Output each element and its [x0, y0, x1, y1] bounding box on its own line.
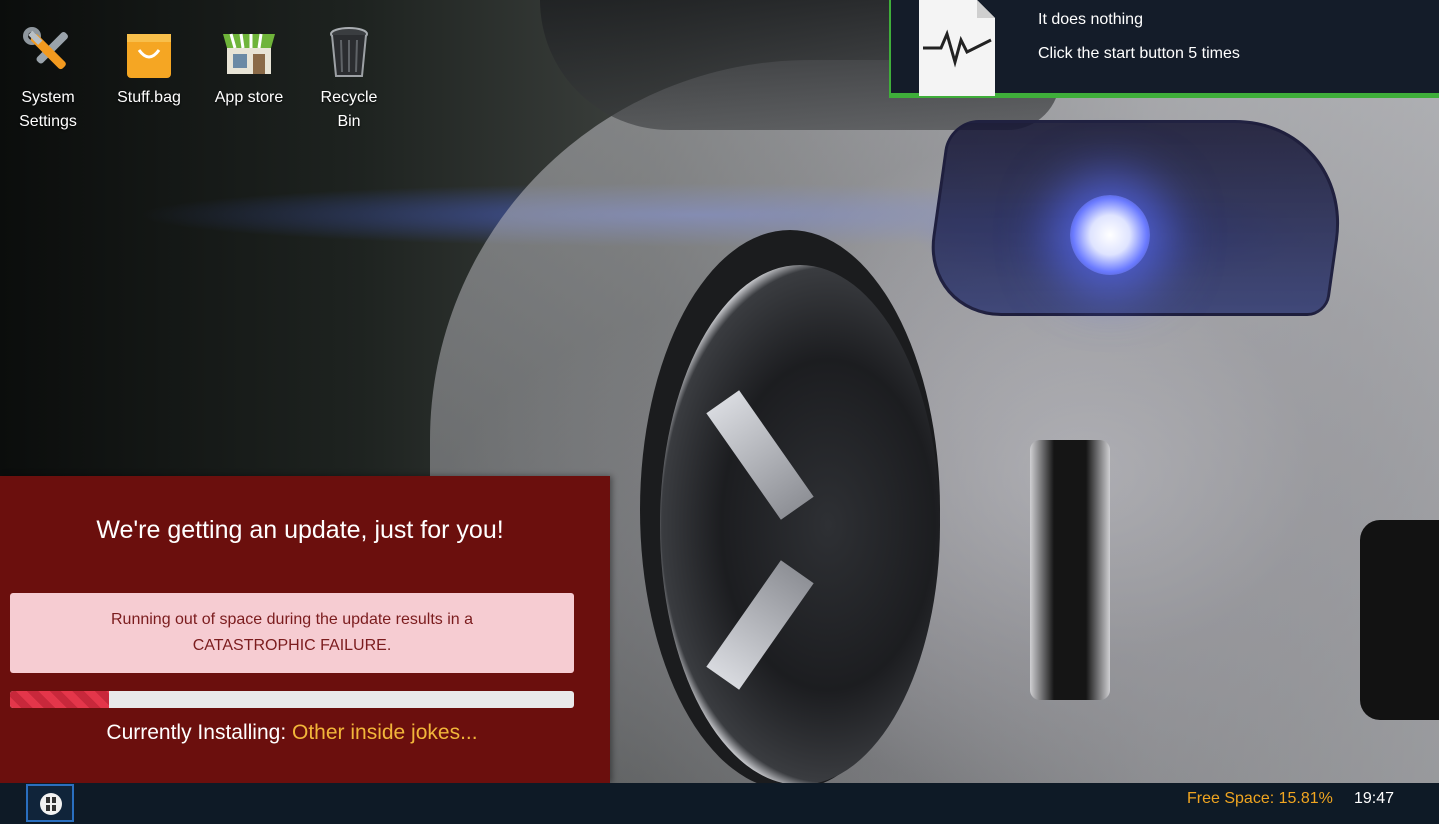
free-space-indicator: Free Space: 15.81%: [1187, 790, 1333, 807]
warning-text: Running out of space during the update r…: [110, 611, 474, 628]
desktop-icon-recycle-bin[interactable]: Recycle Bin: [301, 22, 397, 134]
headlight-glow: [1070, 195, 1150, 275]
shopping-bag-icon: [127, 34, 171, 78]
store-icon: [223, 33, 275, 74]
update-progress-fill: [10, 691, 109, 708]
desktop-icon-app-store[interactable]: App store: [201, 22, 297, 110]
update-warning: Running out of space during the update r…: [10, 593, 574, 673]
desktop-background: System Settings Stuff.bag App store Recy…: [0, 0, 1439, 783]
installing-status: Currently Installing: Other inside jokes…: [0, 721, 584, 745]
notification-title: It does nothing: [1038, 11, 1143, 28]
warning-emphasis: CATASTROPHIC FAILURE.: [192, 637, 392, 654]
update-progress-bar: [10, 691, 574, 708]
tools-icon: [23, 27, 68, 70]
desktop-icon-stuff-bag[interactable]: Stuff.bag: [101, 22, 197, 110]
trash-can-icon: [330, 27, 368, 77]
document-graph-icon: [919, 0, 995, 96]
update-dialog: We're getting an update, just for you! R…: [0, 476, 610, 783]
car-wheel: [660, 265, 940, 783]
installing-item: Other inside jokes...: [292, 721, 478, 744]
bumper-intake: [1360, 520, 1439, 720]
taskbar-clock: 19:47: [1354, 790, 1395, 807]
installing-label: Currently Installing:: [106, 721, 287, 744]
desktop-icon-label: Recycle Bin: [320, 89, 378, 130]
start-icon: [40, 793, 62, 815]
desktop-icon-label: Stuff.bag: [117, 89, 181, 106]
desktop-icon-label: System Settings: [19, 89, 77, 130]
taskbar: Free Space: 15.81% 19:47: [0, 783, 1439, 824]
update-title: We're getting an update, just for you!: [96, 516, 504, 544]
start-button[interactable]: [26, 784, 74, 822]
notification-toast[interactable]: It does nothing Click the start button 5…: [889, 0, 1439, 98]
notification-message: Click the start button 5 times: [1038, 45, 1240, 62]
desktop-icon-label: App store: [214, 89, 284, 106]
desktop-icon-system-settings[interactable]: System Settings: [0, 22, 96, 134]
bumper-vent: [1030, 440, 1110, 700]
